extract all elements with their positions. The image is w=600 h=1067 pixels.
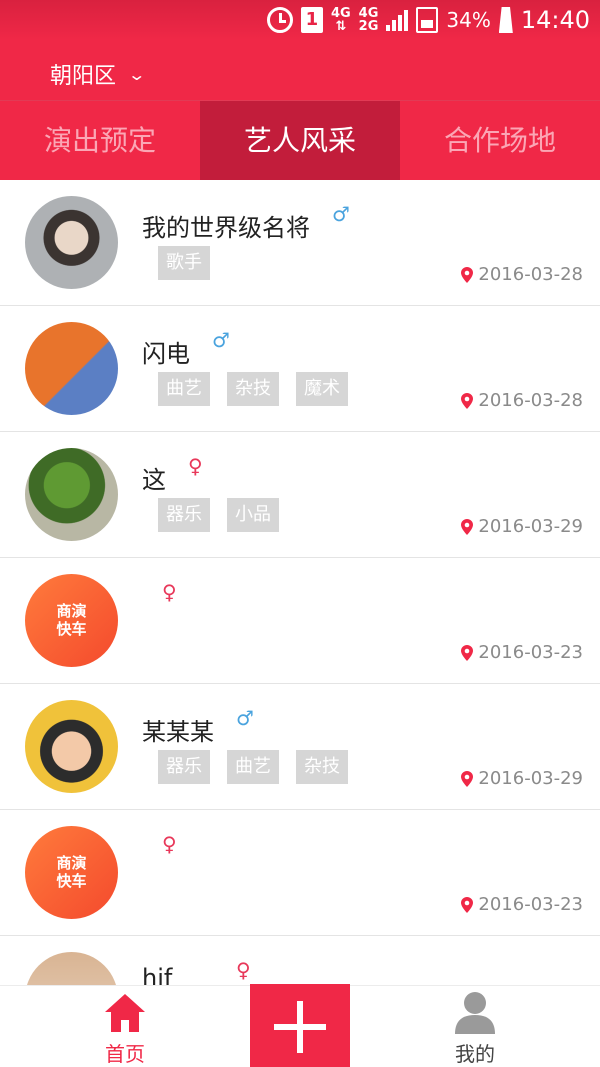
artist-tag: 器乐 [158, 750, 210, 784]
nav-home-button[interactable]: 首页 [70, 988, 180, 1067]
artist-avatar [25, 448, 118, 541]
battery-charging-icon [498, 7, 513, 33]
person-icon [455, 992, 495, 1034]
artist-date-text: 2016-03-28 [478, 264, 583, 285]
artist-list-item[interactable]: 商演 快车 ♀ 2016-03-23 [0, 810, 600, 936]
network-type-2: 4G 2G [359, 7, 379, 33]
sim-storage-icon [416, 7, 439, 33]
network-label: 2G [358, 19, 379, 34]
location-pin-icon [461, 518, 474, 535]
artist-avatar [25, 196, 118, 289]
female-icon: ♀ [162, 580, 177, 604]
status-bar: 1 4G ⇅ 4G 2G 34% 14:40 [0, 0, 600, 40]
artist-date-text: 2016-03-29 [478, 768, 583, 789]
artist-name: 这 [142, 466, 166, 494]
artist-avatar [25, 952, 118, 985]
clock: 14:40 [520, 6, 590, 34]
artist-list-item[interactable]: 这 ♀ 器乐 小品 2016-03-29 [0, 432, 600, 558]
category-tabs: 演出预定 艺人风采 合作场地 [0, 100, 600, 180]
female-icon: ♀ [236, 958, 251, 982]
artist-date: 2016-03-23 [461, 894, 583, 915]
app-header: 朝阳区 ⌄ [0, 40, 600, 100]
artist-date: 2016-03-28 [461, 264, 583, 285]
artist-list-item[interactable]: 闪电 ♂ 曲艺 杂技 魔术 2016-03-28 [0, 306, 600, 432]
artist-date: 2016-03-23 [461, 642, 583, 663]
tab-artist-showcase[interactable]: 艺人风采 [200, 101, 400, 180]
artist-tag: 魔术 [296, 372, 348, 406]
male-icon: ♂ [212, 328, 230, 352]
default-logo-text: 商演 [56, 854, 87, 872]
artist-tags: 歌手 [158, 246, 210, 280]
artist-date-text: 2016-03-28 [478, 390, 583, 411]
nav-me-label: 我的 [455, 1042, 495, 1066]
location-pin-icon [461, 770, 474, 787]
network-arrows-icon: ⇅ [335, 19, 347, 34]
default-logo-text: 快车 [56, 620, 87, 638]
artist-name: hjf [142, 964, 173, 985]
artist-list-item[interactable]: 商演 快车 ♀ 2016-03-23 [0, 558, 600, 684]
artist-list-item[interactable]: 我的世界级名将 ♂ 歌手 2016-03-28 [0, 180, 600, 306]
tab-performance-booking[interactable]: 演出预定 [0, 101, 200, 180]
artist-list-item[interactable]: hjf ♀ [0, 936, 600, 985]
bottom-nav: 首页 我的 [0, 984, 600, 1067]
female-icon: ♀ [162, 832, 177, 856]
default-logo-text: 快车 [56, 872, 87, 890]
artist-name: 某某某 [142, 718, 214, 746]
artist-tags: 器乐 小品 [158, 498, 279, 532]
female-icon: ♀ [188, 454, 203, 478]
artist-tag: 器乐 [158, 498, 210, 532]
artist-avatar [25, 700, 118, 793]
location-pin-icon [461, 392, 474, 409]
district-label: 朝阳区 [50, 64, 117, 89]
artist-date: 2016-03-28 [461, 390, 583, 411]
male-icon: ♂ [332, 202, 350, 226]
signal-icon [386, 9, 409, 31]
status-icons: 1 4G ⇅ 4G 2G 34% 14:40 [266, 0, 590, 40]
nav-me-button[interactable]: 我的 [420, 988, 530, 1067]
sim-icon: 1 [300, 7, 323, 33]
battery-percent: 34% [446, 8, 491, 32]
location-pin-icon [461, 896, 474, 913]
artist-avatar: 商演 快车 [25, 574, 118, 667]
artist-tag: 曲艺 [158, 372, 210, 406]
artist-date: 2016-03-29 [461, 768, 583, 789]
nav-home-label: 首页 [105, 1042, 145, 1066]
artist-tags: 器乐 曲艺 杂技 [158, 750, 348, 784]
artist-list-item[interactable]: 某某某 ♂ 器乐 曲艺 杂技 2016-03-29 [0, 684, 600, 810]
location-pin-icon [461, 266, 474, 283]
chevron-down-icon: ⌄ [127, 64, 147, 84]
location-pin-icon [461, 644, 474, 661]
artist-tag: 歌手 [158, 246, 210, 280]
artist-date: 2016-03-29 [461, 516, 583, 537]
artist-avatar [25, 322, 118, 415]
district-selector[interactable]: 朝阳区 ⌄ [50, 58, 147, 90]
artist-tags: 曲艺 杂技 魔术 [158, 372, 348, 406]
artist-date-text: 2016-03-23 [478, 642, 583, 663]
artist-tag: 杂技 [296, 750, 348, 784]
artist-name: 我的世界级名将 [142, 214, 310, 242]
add-button[interactable] [250, 984, 350, 1067]
tab-partner-venues[interactable]: 合作场地 [400, 101, 600, 180]
network-type-1: 4G ⇅ [331, 7, 351, 33]
home-icon [105, 994, 145, 1032]
alarm-icon [266, 7, 293, 33]
male-icon: ♂ [236, 706, 254, 730]
artist-name: 闪电 [142, 340, 190, 368]
default-logo-text: 商演 [56, 602, 87, 620]
artist-avatar: 商演 快车 [25, 826, 118, 919]
artist-tag: 杂技 [227, 372, 279, 406]
artist-tag: 曲艺 [227, 750, 279, 784]
artist-list[interactable]: 我的世界级名将 ♂ 歌手 2016-03-28 闪电 ♂ 曲艺 杂技 魔术 2016-03-28 这… [0, 180, 600, 985]
artist-date-text: 2016-03-29 [478, 516, 583, 537]
artist-tag: 小品 [227, 498, 279, 532]
artist-date-text: 2016-03-23 [478, 894, 583, 915]
